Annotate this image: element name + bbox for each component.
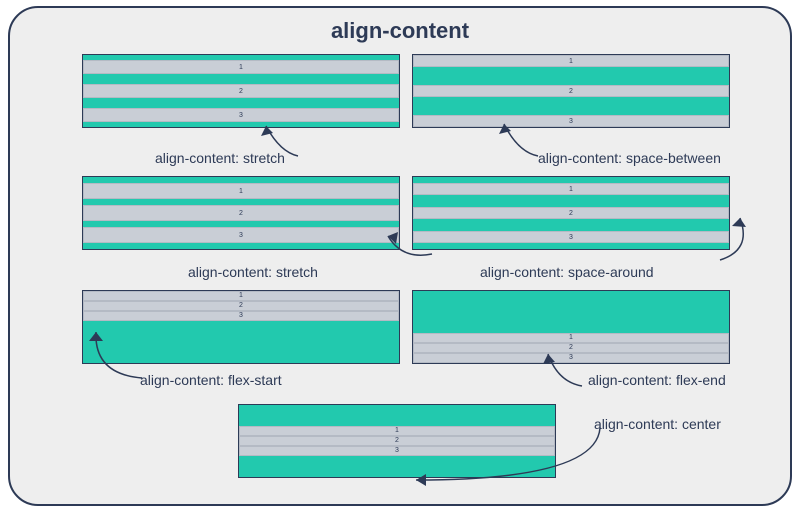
caption: align-content: center xyxy=(594,416,721,432)
flex-item: 2 xyxy=(239,436,555,446)
caption: align-content: space-around xyxy=(480,264,654,280)
demo-space-between: 1 2 3 xyxy=(412,54,730,128)
flex-item: 1 xyxy=(239,426,555,436)
demo-flex-start: 1 2 3 xyxy=(82,290,400,364)
demo-flex-end: 1 2 3 xyxy=(412,290,730,364)
flex-item: 3 xyxy=(239,446,555,456)
caption: align-content: stretch xyxy=(155,150,285,166)
caption: align-content: space-between xyxy=(538,150,721,166)
flex-item: 3 xyxy=(83,227,399,243)
flex-item: 2 xyxy=(83,205,399,221)
caption: align-content: flex-end xyxy=(588,372,726,388)
demo-stretch-1: 1 2 3 xyxy=(82,54,400,128)
flex-item: 2 xyxy=(83,301,399,311)
demo-center: 1 2 3 xyxy=(238,404,556,478)
flex-item: 1 xyxy=(83,291,399,301)
flex-item: 1 xyxy=(83,60,399,74)
flex-item: 1 xyxy=(83,183,399,199)
flex-item: 3 xyxy=(83,311,399,321)
flex-item: 1 xyxy=(413,55,729,67)
flex-item: 2 xyxy=(413,85,729,97)
flex-item: 3 xyxy=(413,231,729,243)
flex-item: 3 xyxy=(413,115,729,127)
diagram-frame: align-content 1 2 3 align-content: stret… xyxy=(8,6,792,506)
demo-space-around: 1 2 3 xyxy=(412,176,730,250)
demo-stretch-2: 1 2 3 xyxy=(82,176,400,250)
flex-item: 3 xyxy=(83,108,399,122)
flex-item: 1 xyxy=(413,183,729,195)
flex-item: 2 xyxy=(83,84,399,98)
page-title: align-content xyxy=(10,18,790,44)
flex-item: 1 xyxy=(413,333,729,343)
flex-item: 3 xyxy=(413,353,729,363)
caption: align-content: flex-start xyxy=(140,372,282,388)
flex-item: 2 xyxy=(413,207,729,219)
flex-item: 2 xyxy=(413,343,729,353)
caption: align-content: stretch xyxy=(188,264,318,280)
